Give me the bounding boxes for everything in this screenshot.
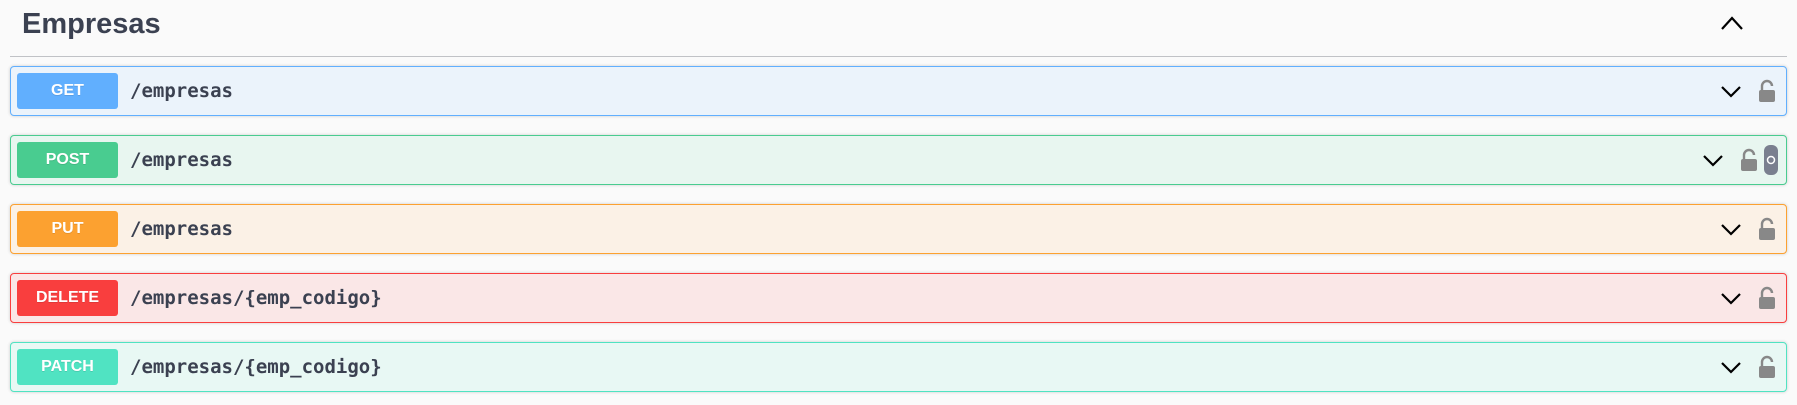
method-badge: DELETE — [17, 280, 118, 316]
method-badge: PATCH — [17, 349, 118, 385]
opblock-get-empresas[interactable]: GET /empresas — [10, 66, 1787, 116]
lock-icon[interactable] — [1738, 145, 1760, 175]
method-badge: GET — [17, 73, 118, 109]
opblock-delete-empresas[interactable]: DELETE /empresas/{emp_codigo} — [10, 273, 1787, 323]
endpoint-path[interactable]: /empresas — [130, 80, 1716, 102]
chevron-down-icon[interactable] — [1716, 214, 1746, 244]
method-badge: PUT — [17, 211, 118, 247]
lock-icon[interactable] — [1756, 76, 1778, 106]
chevron-up-icon[interactable] — [1712, 3, 1752, 43]
section-title: Empresas — [22, 7, 161, 40]
opblock-patch-empresas[interactable]: PATCH /empresas/{emp_codigo} — [10, 342, 1787, 392]
chevron-down-icon[interactable] — [1716, 283, 1746, 313]
chevron-down-icon[interactable] — [1716, 352, 1746, 382]
opblock-put-empresas[interactable]: PUT /empresas — [10, 204, 1787, 254]
lock-icon[interactable] — [1756, 214, 1778, 244]
opblock-post-empresas[interactable]: POST /empresas — [10, 135, 1787, 185]
endpoint-path[interactable]: /empresas/{emp_codigo} — [130, 356, 1716, 378]
chevron-down-icon[interactable] — [1698, 145, 1728, 175]
method-badge: POST — [17, 142, 118, 178]
chevron-down-icon[interactable] — [1716, 76, 1746, 106]
lock-icon[interactable] — [1756, 352, 1778, 382]
section-header[interactable]: Empresas — [10, 0, 1787, 57]
endpoint-path[interactable]: /empresas — [130, 218, 1716, 240]
extension-icon[interactable] — [1764, 145, 1778, 175]
lock-icon[interactable] — [1756, 283, 1778, 313]
endpoint-path[interactable]: /empresas — [130, 149, 1698, 171]
endpoint-path[interactable]: /empresas/{emp_codigo} — [130, 287, 1716, 309]
